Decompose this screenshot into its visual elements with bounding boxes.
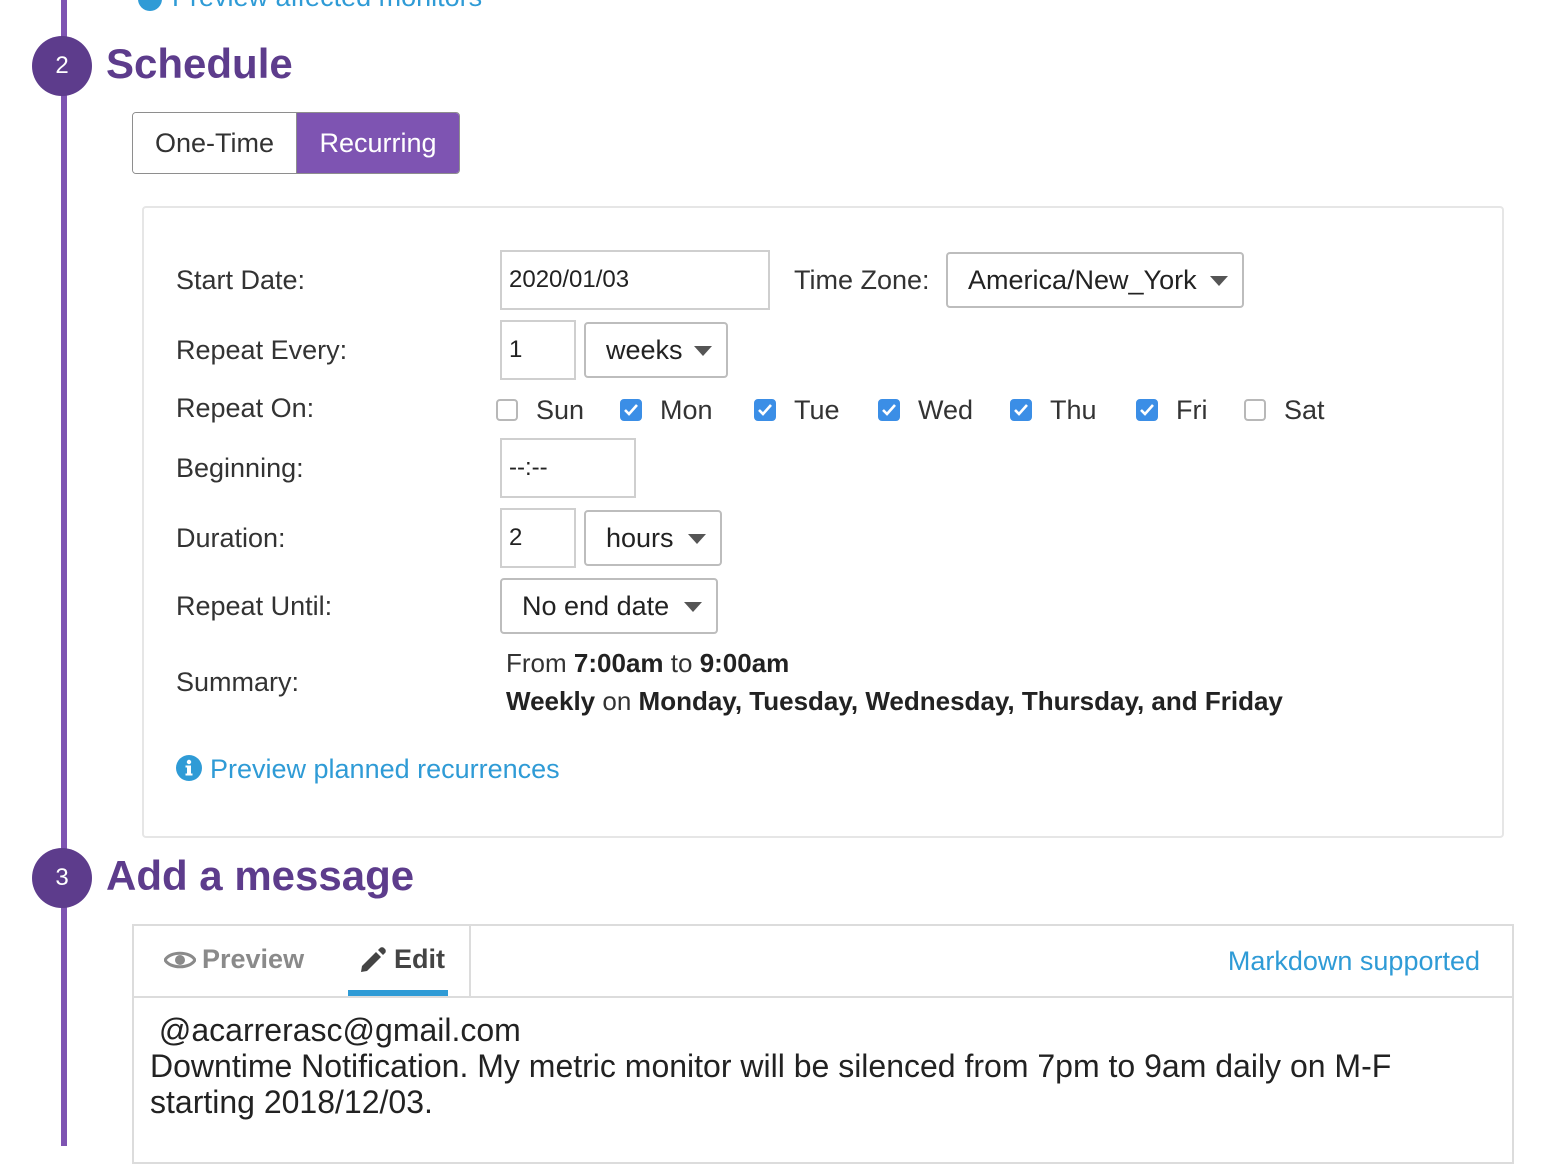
chevron-down-icon bbox=[688, 534, 706, 544]
step-rail bbox=[61, 0, 67, 1146]
duration-unit-select[interactable]: hours bbox=[584, 510, 722, 566]
repeat-on-label: Repeat On: bbox=[176, 393, 315, 423]
active-tab-indicator bbox=[348, 990, 448, 996]
repeat-unit-select[interactable]: weeks bbox=[584, 322, 728, 378]
start-date-input[interactable]: 2020/01/03 bbox=[500, 250, 770, 310]
repeat-every-label: Repeat Every: bbox=[176, 335, 348, 365]
day-label: Wed bbox=[918, 394, 974, 425]
day-checkbox-mon[interactable]: Mon bbox=[620, 394, 713, 425]
checkbox-checked-icon[interactable] bbox=[1136, 399, 1158, 421]
repeat-unit-value: weeks bbox=[606, 334, 683, 365]
repeat-until-value: No end date bbox=[522, 590, 670, 621]
markdown-supported-link[interactable]: Markdown supported bbox=[1228, 946, 1480, 977]
info-icon bbox=[176, 755, 202, 781]
recurring-button[interactable]: Recurring bbox=[297, 113, 459, 173]
pencil-icon bbox=[361, 946, 386, 972]
preview-recurrences-link[interactable]: Preview planned recurrences bbox=[176, 754, 560, 785]
editor-tabbar: Preview Edit Markdown supported bbox=[134, 926, 1512, 998]
time-zone-value: America/New_York bbox=[968, 264, 1197, 295]
beginning-time-input[interactable]: --:-- bbox=[500, 438, 636, 498]
day-checkbox-tue[interactable]: Tue bbox=[754, 394, 840, 425]
tab-preview[interactable]: Preview bbox=[164, 944, 304, 975]
chevron-down-icon bbox=[1210, 276, 1228, 286]
repeat-until-select[interactable]: No end date bbox=[500, 578, 718, 634]
time-zone-select[interactable]: America/New_York bbox=[946, 252, 1244, 308]
eye-icon bbox=[164, 951, 196, 968]
tab-divider bbox=[469, 926, 471, 998]
time-zone-label: Time Zone: bbox=[794, 265, 930, 295]
day-checkbox-sat[interactable]: Sat bbox=[1244, 394, 1325, 425]
add-message-title: Add a message bbox=[106, 852, 415, 899]
duration-unit-value: hours bbox=[606, 522, 674, 553]
duration-label: Duration: bbox=[176, 523, 286, 553]
day-label: Fri bbox=[1176, 394, 1208, 425]
day-label: Mon bbox=[660, 394, 713, 425]
summary-time-line: From 7:00am to 9:00am bbox=[506, 648, 790, 678]
preview-affected-label: Preview affected monitors bbox=[172, 0, 482, 12]
checkbox-checked-icon[interactable] bbox=[1010, 399, 1032, 421]
checkbox-unchecked-icon[interactable] bbox=[496, 399, 518, 421]
repeat-every-input[interactable]: 1 bbox=[500, 320, 576, 380]
checkbox-checked-icon[interactable] bbox=[878, 399, 900, 421]
chevron-down-icon bbox=[684, 602, 702, 612]
summary-days-line: Weekly on Monday, Tuesday, Wednesday, Th… bbox=[506, 686, 1283, 716]
beginning-label: Beginning: bbox=[176, 453, 304, 483]
step-number-badge: 2 bbox=[32, 36, 92, 96]
day-checkbox-thu[interactable]: Thu bbox=[1010, 394, 1097, 425]
schedule-title: Schedule bbox=[106, 40, 293, 87]
repeat-until-label: Repeat Until: bbox=[176, 591, 333, 621]
recurring-schedule-panel bbox=[142, 206, 1504, 838]
checkbox-checked-icon[interactable] bbox=[754, 399, 776, 421]
step-number-badge: 3 bbox=[32, 848, 92, 908]
day-label: Sun bbox=[536, 394, 585, 425]
tab-preview-label: Preview bbox=[202, 944, 305, 974]
day-checkbox-sun[interactable]: Sun bbox=[496, 394, 585, 425]
day-label: Sat bbox=[1284, 394, 1325, 425]
info-icon bbox=[138, 0, 162, 11]
day-checkbox-wed[interactable]: Wed bbox=[878, 394, 974, 425]
start-date-label: Start Date: bbox=[176, 265, 306, 295]
message-text-line[interactable]: starting 2018/12/03. bbox=[150, 1084, 433, 1121]
schedule-type-toggle: One-Time Recurring bbox=[132, 112, 460, 174]
checkbox-unchecked-icon[interactable] bbox=[1244, 399, 1266, 421]
chevron-down-icon bbox=[694, 346, 712, 356]
preview-affected-monitors-link[interactable]: Preview affected monitors bbox=[138, 0, 482, 13]
tab-edit[interactable]: Edit bbox=[358, 944, 445, 975]
message-text-line[interactable]: Downtime Notification. My metric monitor… bbox=[150, 1048, 1391, 1085]
one-time-button[interactable]: One-Time bbox=[133, 113, 297, 173]
preview-recurrences-label: Preview planned recurrences bbox=[210, 754, 560, 784]
tab-edit-label: Edit bbox=[394, 944, 445, 974]
summary-label: Summary: bbox=[176, 667, 300, 697]
day-label: Tue bbox=[794, 394, 840, 425]
day-label: Thu bbox=[1050, 394, 1097, 425]
duration-input[interactable]: 2 bbox=[500, 508, 576, 568]
day-checkbox-fri[interactable]: Fri bbox=[1136, 394, 1208, 425]
message-text-line[interactable]: @acarrerasc@gmail.com bbox=[150, 1012, 521, 1049]
checkbox-checked-icon[interactable] bbox=[620, 399, 642, 421]
